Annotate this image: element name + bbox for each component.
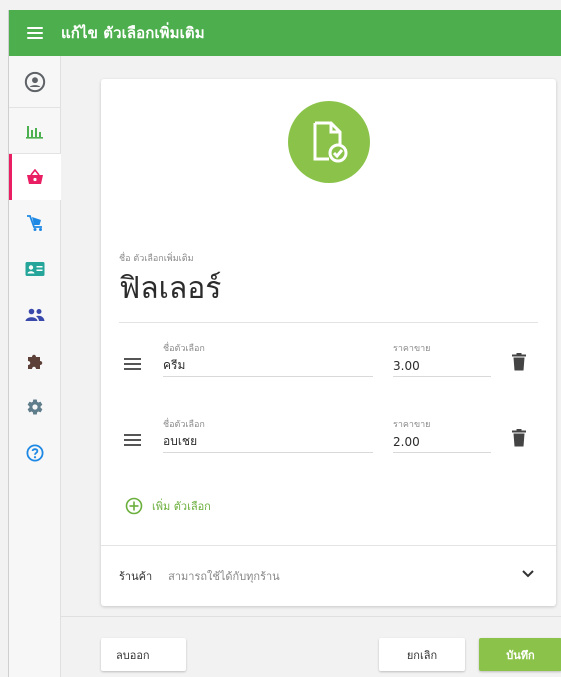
footer-bar: ลบออก ยกเลิก บันทึก [61,616,561,677]
drag-handle-icon[interactable] [124,358,141,370]
delete-button[interactable]: ลบออก [101,638,186,671]
sidebar-item-account[interactable] [9,56,61,108]
trash-icon[interactable] [512,353,526,371]
modifier-card: ชื่อ ตัวเลือกเพิ่มเติม ฟิลเลอร์ ชื่อตัวเ… [101,79,556,606]
menu-button[interactable] [9,10,61,56]
add-circle-icon [125,497,143,515]
option-price-label: ราคาขาย [393,420,431,430]
add-option-label: เพิ่ม ตัวเลือก [152,500,211,513]
add-option-button[interactable]: เพิ่ม ตัวเลือก [125,496,211,516]
sidebar-item-settings[interactable] [9,384,61,430]
cancel-button[interactable]: ยกเลิก [379,638,465,671]
settings-icon [27,399,43,415]
puzzle-icon [28,354,43,369]
sidebar-item-customers[interactable] [9,292,61,338]
option-row: ชื่อตัวเลือก ราคาขาย [119,412,538,462]
chevron-down-icon [522,570,534,578]
main-content: ชื่อ ตัวเลือกเพิ่มเติม ฟิลเลอร์ ชื่อตัวเ… [61,56,561,677]
option-price-label: ราคาขาย [393,344,431,354]
sidebar-item-integrations[interactable] [9,338,61,384]
stores-label: ร้านค้า [119,570,153,583]
contact-card-icon [25,262,45,276]
people-icon [25,308,45,321]
option-price-input[interactable] [393,355,491,377]
modifier-hero-badge [288,101,370,183]
account-circle-icon [24,71,46,92]
basket-icon [27,169,43,184]
option-name-label: ชื่อตัวเลือก [163,344,205,354]
option-price-input[interactable] [393,431,491,453]
sidebar-item-purchases[interactable] [9,200,61,246]
option-row: ชื่อตัวเลือก ราคาขาย [119,336,538,386]
app-frame: แก้ไข ตัวเลือกเพิ่มเติม ชื่อ ตัวเลือกเพิ… [8,10,561,677]
sidebar-item-reports[interactable] [9,108,61,154]
cart-icon [27,215,42,231]
option-name-input[interactable] [163,355,373,377]
save-button[interactable]: บันทึก [479,638,561,671]
trash-icon[interactable] [512,429,526,447]
sidebar-item-employees[interactable] [9,246,61,292]
modifier-name-input[interactable]: ฟิลเลอร์ [119,265,538,323]
sidebar-item-help[interactable] [9,430,61,476]
sidebar-item-items[interactable] [9,154,61,200]
option-name-input[interactable] [163,431,373,453]
file-check-icon [313,121,348,163]
hamburger-icon [27,27,43,39]
page-title: แก้ไข ตัวเลือกเพิ่มเติม [61,24,205,42]
sidebar [9,56,61,677]
modifier-name-label: ชื่อ ตัวเลือกเพิ่มเติม [119,254,194,264]
drag-handle-icon[interactable] [124,434,141,446]
top-bar: แก้ไข ตัวเลือกเพิ่มเติม [9,10,561,56]
stores-value: สามารถใช้ได้กับทุกร้าน [168,570,280,583]
bar-chart-icon [26,125,43,139]
help-icon [26,444,44,462]
stores-selector[interactable]: ร้านค้า สามารถใช้ได้กับทุกร้าน [101,546,556,606]
option-name-label: ชื่อตัวเลือก [163,420,205,430]
